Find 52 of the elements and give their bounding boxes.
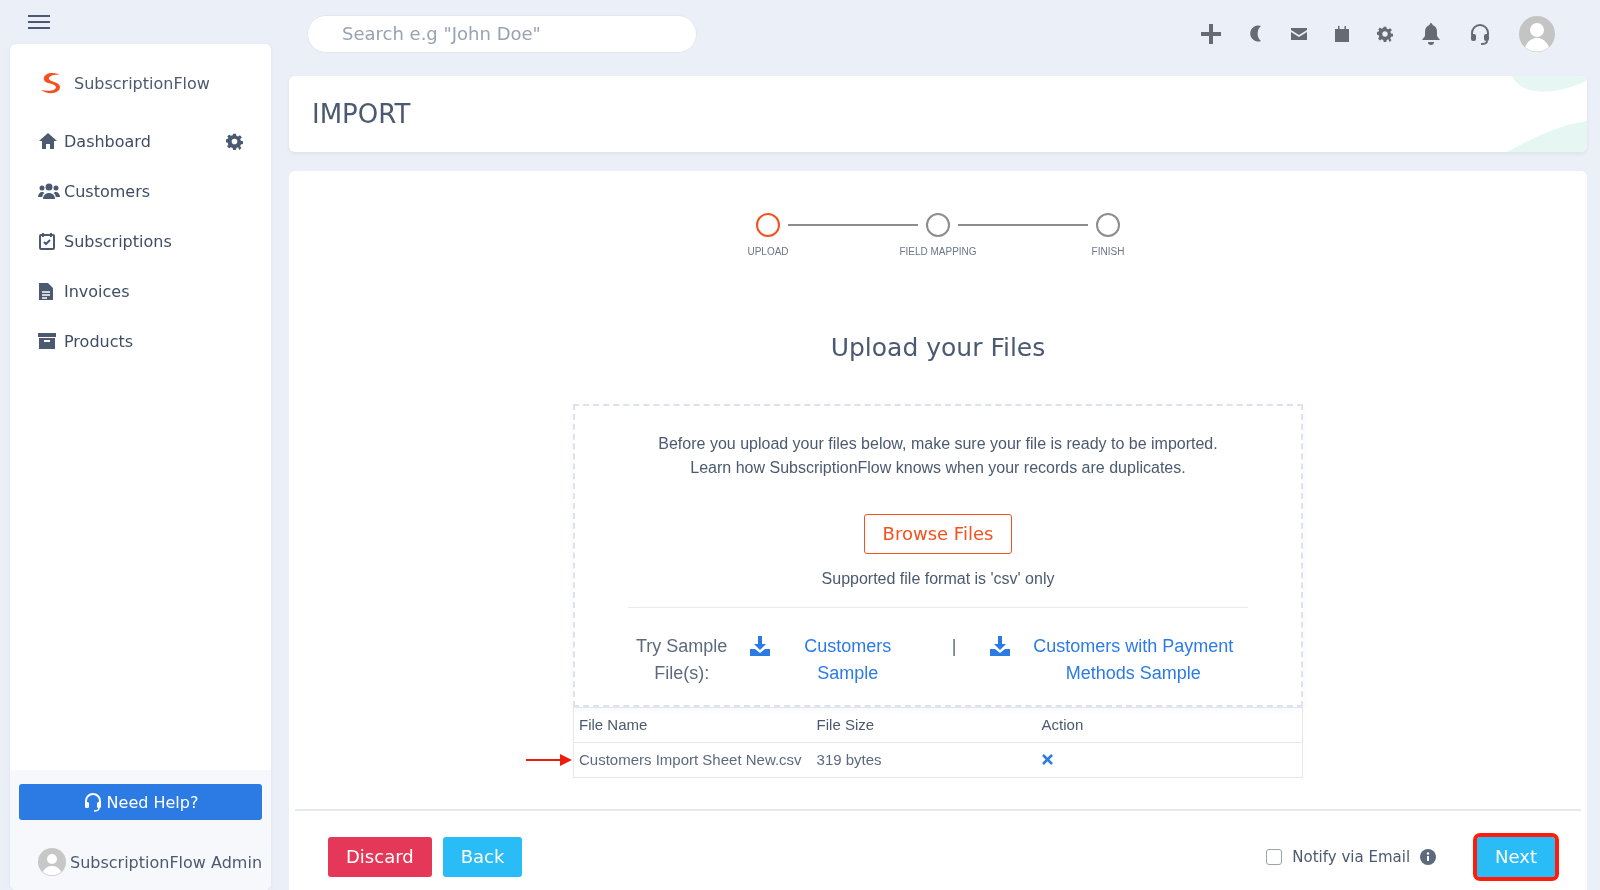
- calendar-icon[interactable]: [1335, 25, 1349, 42]
- column-header: Action: [1036, 707, 1303, 743]
- upload-dropzone[interactable]: [573, 403, 1303, 707]
- column-header: File Name: [573, 707, 812, 743]
- notify-label: Notify via Email: [1292, 847, 1411, 866]
- users-icon: [38, 183, 60, 199]
- back-button[interactable]: Back: [442, 836, 523, 877]
- search-field[interactable]: Search e.g "John Doe": [307, 14, 697, 53]
- brand-name: SubscriptionFlow: [74, 73, 210, 93]
- notify-checkbox[interactable]: [1266, 848, 1283, 865]
- moon-icon[interactable]: [1249, 25, 1263, 43]
- section-heading: Upload your Files: [829, 332, 1047, 362]
- settings-icon[interactable]: [1377, 25, 1393, 42]
- bell-icon[interactable]: [1421, 22, 1441, 45]
- sidebar-item[interactable]: Subscriptions: [10, 216, 271, 266]
- invoice-icon: [38, 281, 54, 301]
- download-icon: [990, 635, 1011, 656]
- step-label: FINISH: [1091, 245, 1125, 257]
- settings-icon[interactable]: [226, 132, 243, 150]
- headset-icon: [82, 792, 103, 812]
- download-icon: [749, 635, 770, 656]
- mail-icon[interactable]: [1291, 27, 1307, 40]
- calendar-check-icon: [38, 232, 56, 250]
- table-cell: 319 bytes: [816, 751, 882, 769]
- sample-file-link[interactable]: Customers Sample: [777, 632, 918, 687]
- column-header: File Size: [811, 707, 1037, 743]
- sample-file-link[interactable]: Customers with Payment Methods Sample: [1018, 632, 1249, 687]
- plus-icon[interactable]: [1201, 23, 1221, 44]
- sidebar-item[interactable]: Customers: [10, 166, 271, 216]
- discard-button[interactable]: Discard: [328, 836, 432, 877]
- step-label: UPLOAD: [747, 245, 789, 257]
- need-help-button[interactable]: Need Help?: [19, 784, 262, 820]
- format-note: Supported file format is 'csv' only: [821, 569, 1055, 588]
- table-cell: Customers Import Sheet New.csv: [579, 751, 802, 769]
- sample-label: Try Sample File(s):: [634, 634, 729, 685]
- intro-text: Learn how SubscriptionFlow knows when your records are duplicates.: [689, 457, 1187, 478]
- step-label: FIELD MAPPING: [899, 245, 977, 257]
- sidebar-item[interactable]: Products: [10, 316, 271, 366]
- archive-icon: [38, 333, 56, 349]
- page-title: IMPORT: [312, 98, 411, 129]
- remove-icon[interactable]: [1041, 754, 1053, 766]
- sidebar-item[interactable]: Invoices: [10, 266, 271, 316]
- intro-text: Before you upload your files below, make sure your file is ready to be imported.: [658, 433, 1218, 454]
- separator: |: [950, 634, 958, 658]
- browse-files-button[interactable]: Browse Files: [863, 513, 1013, 554]
- user-name: SubscriptionFlow Admin: [70, 852, 262, 872]
- menu-icon[interactable]: [28, 15, 50, 29]
- sidebar-item[interactable]: Dashboard: [10, 116, 271, 166]
- info-icon[interactable]: [1420, 848, 1437, 865]
- headset-icon[interactable]: [1469, 22, 1491, 45]
- home-icon: [38, 132, 58, 150]
- avatar-icon: [38, 848, 66, 876]
